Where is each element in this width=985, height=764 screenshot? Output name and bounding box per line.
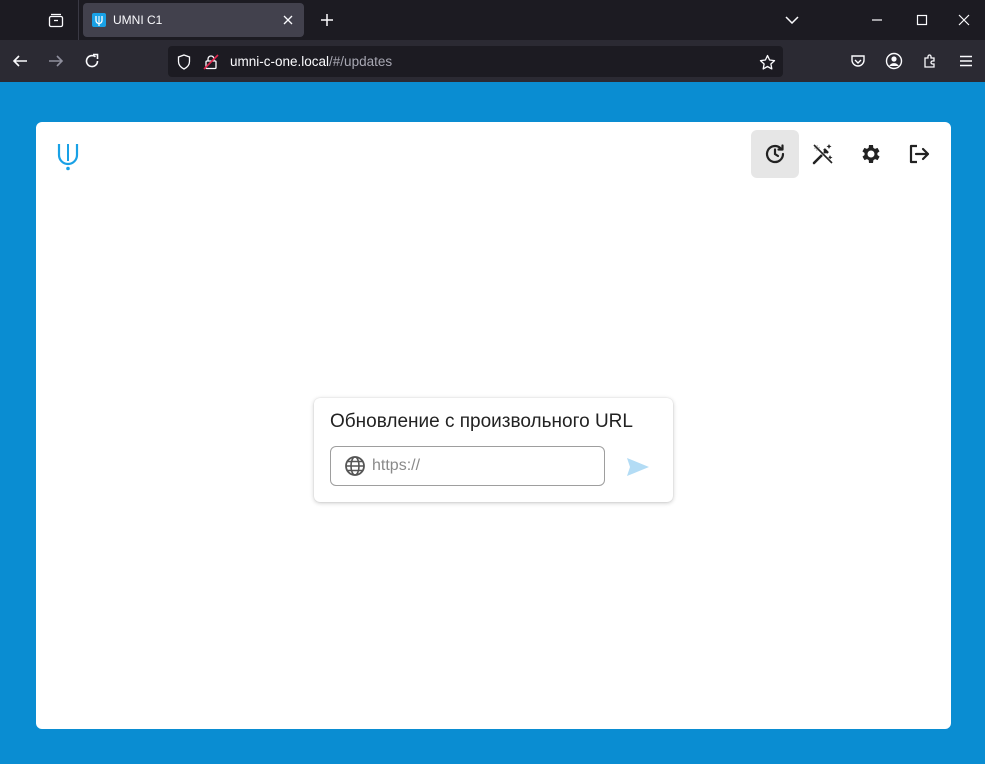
- reload-button[interactable]: [76, 45, 108, 77]
- main-card: Обновление с произвольного URL: [36, 122, 951, 729]
- maximize-button[interactable]: [898, 0, 946, 40]
- back-button[interactable]: [4, 45, 36, 77]
- new-tab-button[interactable]: [313, 6, 341, 34]
- minimize-icon: [872, 19, 882, 21]
- pocket-icon: [851, 55, 865, 67]
- tab-separator: [78, 0, 79, 40]
- tracking-protection-shield-icon[interactable]: [174, 52, 194, 72]
- url-path: /#/updates: [329, 54, 393, 69]
- minimize-button[interactable]: [853, 0, 901, 40]
- close-icon: [283, 15, 293, 25]
- logout-icon: [909, 144, 930, 164]
- maximize-icon: [916, 14, 928, 26]
- updates-button[interactable]: [751, 130, 799, 178]
- arrow-right-icon: [49, 55, 64, 67]
- insecure-lock-icon[interactable]: [201, 52, 221, 72]
- extensions-button[interactable]: [914, 45, 946, 77]
- umni-logo-icon: [57, 144, 79, 171]
- app-menu-button[interactable]: [950, 45, 982, 77]
- url-input-container[interactable]: [330, 446, 605, 486]
- reload-icon: [85, 53, 99, 68]
- tab-bar: UMNI C1: [0, 0, 985, 40]
- bookmark-star-button[interactable]: [757, 52, 777, 72]
- puzzle-icon: [924, 54, 935, 68]
- browser-tab[interactable]: UMNI C1: [83, 3, 304, 37]
- auto-fix-icon: [812, 143, 834, 165]
- account-icon: [885, 52, 903, 70]
- umni-favicon-icon: [92, 13, 106, 27]
- arrow-left-icon: [12, 55, 27, 67]
- update-history-icon: [765, 144, 785, 164]
- send-icon: [627, 458, 649, 476]
- close-window-icon: [958, 14, 970, 26]
- address-bar[interactable]: umni-c-one.local/#/updates: [168, 46, 783, 77]
- settings-button[interactable]: [847, 130, 895, 178]
- star-icon: [759, 54, 775, 70]
- close-window-button[interactable]: [943, 0, 985, 40]
- forward-button[interactable]: [40, 45, 72, 77]
- globe-icon: [344, 455, 366, 477]
- chevron-down-icon: [785, 16, 799, 24]
- send-update-button[interactable]: [624, 453, 652, 481]
- umni-logo[interactable]: [56, 142, 80, 172]
- gear-icon: [862, 145, 880, 163]
- update-panel-title: Обновление с произвольного URL: [330, 411, 633, 432]
- automation-button[interactable]: [799, 130, 847, 178]
- hamburger-menu-icon: [960, 55, 972, 67]
- logout-button[interactable]: [895, 130, 943, 178]
- url-host: umni-c-one.local: [230, 54, 330, 69]
- plus-icon: [321, 14, 333, 26]
- custom-url-update-panel: Обновление с произвольного URL: [314, 398, 673, 502]
- account-button[interactable]: [878, 45, 910, 77]
- tab-overflow-button[interactable]: [768, 0, 816, 40]
- tab-title: UMNI C1: [113, 13, 163, 27]
- pocket-button[interactable]: [842, 45, 874, 77]
- list-all-tabs-button[interactable]: [40, 6, 72, 34]
- tab-close-button[interactable]: [276, 8, 300, 32]
- update-url-input[interactable]: [372, 457, 592, 475]
- tab-list-icon: [48, 13, 64, 28]
- url-text: umni-c-one.local/#/updates: [230, 54, 392, 69]
